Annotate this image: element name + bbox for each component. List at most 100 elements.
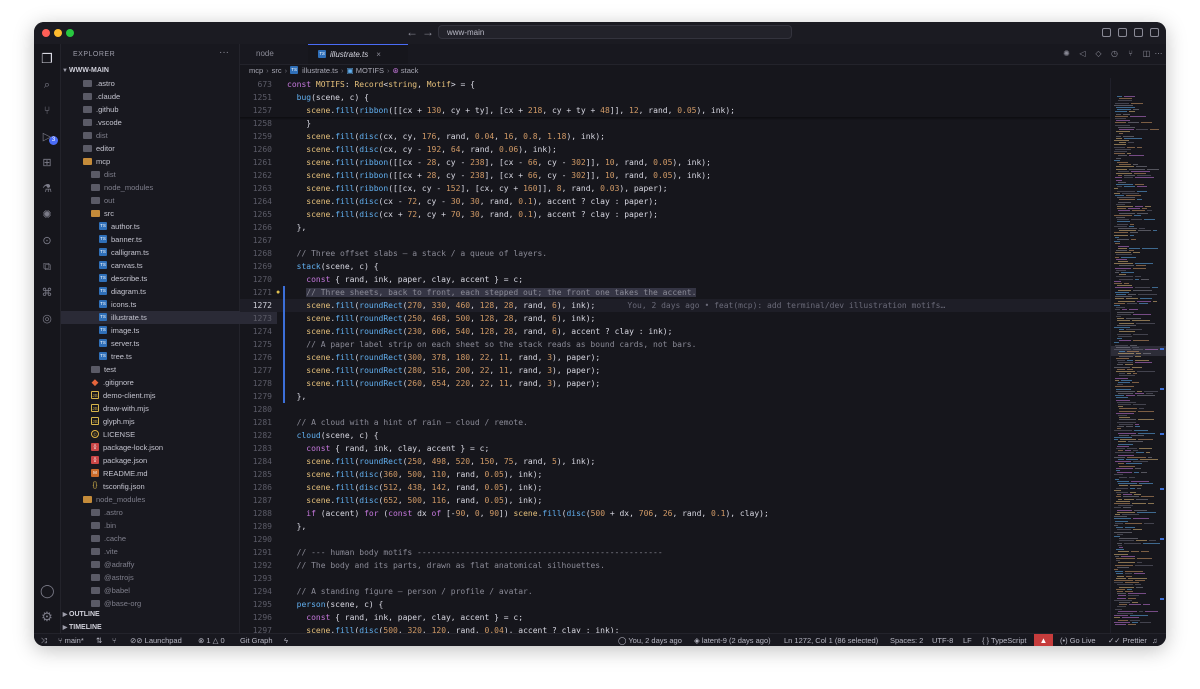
code-line[interactable]: 1257 scene.fill(ribbon([[cx + 130, cy + …: [240, 104, 1110, 117]
minimize-window-button[interactable]: [54, 29, 62, 37]
file-item[interactable]: {} package.json: [61, 454, 269, 467]
code-line[interactable]: 1270 const { rand, ink, paper, clay, acc…: [240, 273, 1110, 286]
run-debug-icon[interactable]: ▷: [40, 130, 54, 144]
folder-item[interactable]: .cache: [61, 532, 269, 545]
folder-item[interactable]: dist: [61, 129, 261, 142]
code-line[interactable]: 1261 scene.fill(ribbon([[cx - 28, cy - 2…: [240, 156, 1110, 169]
code-editor[interactable]: 673 const MOTIFS: Record<string, Motif> =…: [240, 78, 1110, 633]
breadcrumb-item[interactable]: src: [272, 66, 282, 75]
folder-item[interactable]: dist: [61, 168, 269, 181]
git-change-indicator[interactable]: [283, 286, 285, 403]
folder-item[interactable]: out: [61, 194, 269, 207]
back-arrow-icon[interactable]: ←: [406, 25, 418, 39]
minimap[interactable]: [1110, 78, 1166, 633]
warning-icon[interactable]: ▲: [1034, 634, 1053, 646]
branch-icon[interactable]: ⑂: [1126, 49, 1135, 58]
code-line[interactable]: 1296 const { rand, ink, paper, clay, acc…: [240, 611, 1110, 624]
code-line[interactable]: 1294 // A standing figure — person / pro…: [240, 585, 1110, 598]
folder-item[interactable]: src: [61, 207, 269, 220]
folder-item[interactable]: @adraffy: [61, 558, 269, 571]
go-live-button[interactable]: (•) Go Live: [1060, 634, 1096, 646]
notifications-bell-icon[interactable]: ♫: [1152, 634, 1158, 646]
code-line[interactable]: 1289 },: [240, 520, 1110, 533]
source-control-icon[interactable]: ⑂: [40, 104, 54, 118]
problems-indicator[interactable]: ⊗ 1 △ 0: [198, 634, 225, 646]
code-line[interactable]: 1281 // A cloud with a hint of rain — cl…: [240, 416, 1110, 429]
more-actions-icon[interactable]: ···: [219, 47, 229, 58]
code-line[interactable]: 1251 bug(scene, c) {: [240, 91, 1110, 104]
zoom-window-button[interactable]: [66, 29, 74, 37]
explorer-icon[interactable]: ❐: [40, 52, 54, 66]
gear-icon[interactable]: ⚙: [40, 610, 54, 624]
python-icon[interactable]: ⌘: [40, 286, 54, 300]
remote-explorer-icon[interactable]: ⊙: [40, 234, 54, 248]
folder-item[interactable]: .bin: [61, 519, 269, 532]
code-line[interactable]: 1278 scene.fill(roundRect(260, 654, 220,…: [240, 377, 1110, 390]
copilot-icon[interactable]: ✺: [40, 208, 54, 222]
breadcrumb-item[interactable]: mcp: [249, 66, 263, 75]
tag-status[interactable]: ◈ latent-9 (2 days ago): [694, 634, 771, 646]
code-line[interactable]: 1283 const { rand, ink, clay, accent } =…: [240, 442, 1110, 455]
code-line[interactable]: 1287 scene.fill(disc(652, 500, 116, rand…: [240, 494, 1110, 507]
forward-arrow-icon[interactable]: →: [422, 25, 434, 39]
folder-item[interactable]: .vite: [61, 545, 269, 558]
sync-icon[interactable]: ⇅: [96, 634, 102, 646]
file-item[interactable]: M README.md: [61, 467, 269, 480]
code-line[interactable]: 1276 scene.fill(roundRect(300, 378, 180,…: [240, 351, 1110, 364]
code-line[interactable]: 1297 scene.fill(disc(500, 320, 120, rand…: [240, 624, 1110, 633]
account-icon[interactable]: ◯: [40, 584, 55, 598]
breadcrumb-item[interactable]: MOTIFS: [356, 66, 384, 75]
folder-item[interactable]: node_modules: [61, 181, 269, 194]
copilot-chat-icon[interactable]: ✺: [1062, 49, 1071, 58]
code-line[interactable]: 1259 scene.fill(disc(cx, cy, 176, rand, …: [240, 130, 1110, 143]
code-line[interactable]: 1269 stack(scene, c) {: [240, 260, 1110, 273]
folder-item[interactable]: .github: [61, 103, 261, 116]
search-icon[interactable]: ⌕: [40, 78, 54, 92]
lightbulb-icon[interactable]: ●: [276, 289, 283, 296]
code-line[interactable]: 1277 scene.fill(roundRect(280, 516, 200,…: [240, 364, 1110, 377]
outline-section[interactable]: ▶ OUTLINE: [61, 608, 239, 621]
breadcrumb-item[interactable]: illustrate.ts: [302, 66, 338, 75]
code-line[interactable]: 1272 scene.fill(roundRect(270, 330, 460,…: [240, 299, 1110, 312]
file-item[interactable]: JS draw-with.mjs: [61, 402, 269, 415]
split-editor-icon[interactable]: ◫: [1142, 49, 1151, 58]
command-center-search[interactable]: www-main: [438, 25, 792, 39]
code-line[interactable]: 1273 scene.fill(roundRect(250, 468, 500,…: [240, 312, 1110, 325]
workspace-root[interactable]: ▼WWW-MAIN: [61, 64, 239, 77]
tab-node[interactable]: node: [240, 44, 306, 64]
code-line[interactable]: 1271 // Three sheets, back to front, eac…: [240, 286, 1110, 299]
branch-status[interactable]: ⑂ main*: [58, 634, 84, 646]
code-line[interactable]: 1286 scene.fill(disc(512, 438, 142, rand…: [240, 481, 1110, 494]
git-icon[interactable]: ⑂: [112, 634, 117, 646]
prettier-status[interactable]: ✓✓ Prettier: [1108, 634, 1147, 646]
code-line[interactable]: 1267: [240, 234, 1110, 247]
language-mode[interactable]: { } TypeScript: [982, 634, 1026, 646]
code-line[interactable]: 1282 cloud(scene, c) {: [240, 429, 1110, 442]
toggle-secondary-sidebar-icon[interactable]: [1150, 28, 1159, 37]
git-history-icon[interactable]: ◷: [1110, 49, 1119, 58]
folder-item[interactable]: .astro: [61, 77, 261, 90]
extensions-icon[interactable]: ⊞: [40, 156, 54, 170]
tab-illustrate-ts[interactable]: TS illustrate.ts ×: [308, 44, 408, 64]
folder-item[interactable]: @babel: [61, 584, 269, 597]
folder-item[interactable]: .astro: [61, 506, 269, 519]
code-line[interactable]: 1274 scene.fill(roundRect(230, 606, 540,…: [240, 325, 1110, 338]
indentation[interactable]: Spaces: 2: [890, 634, 923, 646]
file-item[interactable]: JS demo-client.mjs: [61, 389, 269, 402]
code-line[interactable]: 673 const MOTIFS: Record<string, Motif> =…: [240, 78, 1110, 91]
folder-item[interactable]: node_modules: [61, 493, 261, 506]
breadcrumb-item[interactable]: stack: [401, 66, 419, 75]
folder-item[interactable]: editor: [61, 142, 261, 155]
layout-panel-icon[interactable]: [1102, 28, 1111, 37]
code-line[interactable]: 1260 scene.fill(disc(cx, cy - 192, 64, r…: [240, 143, 1110, 156]
code-line[interactable]: 1266 },: [240, 221, 1110, 234]
lightning-icon[interactable]: ϟ: [284, 634, 288, 646]
code-line[interactable]: 1279 },: [240, 390, 1110, 403]
blame-status[interactable]: ◯ You, 2 days ago: [618, 634, 682, 646]
remote-icon[interactable]: ⤨: [41, 634, 47, 646]
code-line[interactable]: 1265 scene.fill(disc(cx + 72, cy + 70, 3…: [240, 208, 1110, 221]
launchpad-button[interactable]: ⊘⊘ Launchpad: [130, 634, 182, 646]
code-line[interactable]: 1292 // The body and its parts, drawn as…: [240, 559, 1110, 572]
folder-item[interactable]: .claude: [61, 90, 261, 103]
folder-item[interactable]: test: [61, 363, 269, 376]
